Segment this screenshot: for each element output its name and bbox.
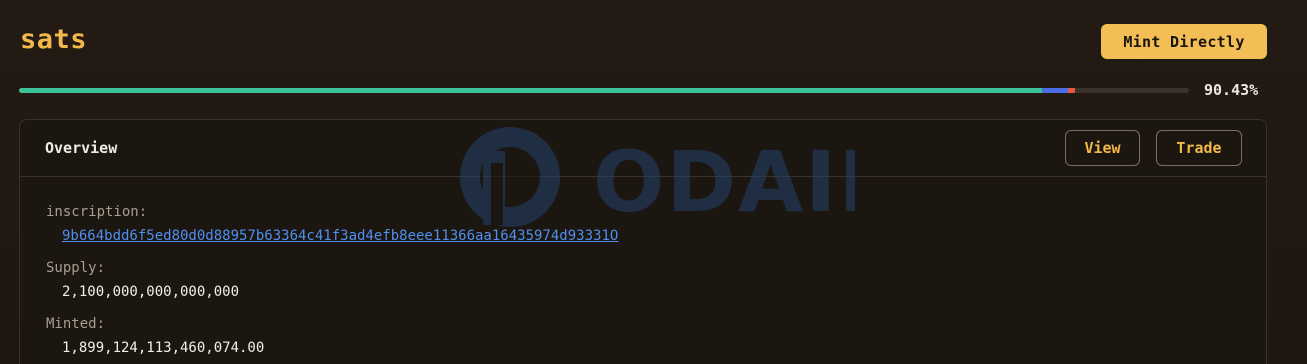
overview-card: Overview View Trade inscription: 9b664bd… xyxy=(19,119,1267,364)
trade-button[interactable]: Trade xyxy=(1156,130,1242,166)
minted-value: 1,899,124,113,460,074.00 xyxy=(62,340,265,356)
progress-segment-pending xyxy=(1041,88,1068,93)
supply-label: Supply: xyxy=(46,260,106,276)
progress-percent: 90.43% xyxy=(1204,81,1259,99)
overview-card-header: Overview View Trade xyxy=(20,120,1266,177)
token-name-heading: sats xyxy=(20,24,88,55)
progress-segment-other xyxy=(1067,88,1076,93)
view-button[interactable]: View xyxy=(1065,130,1140,166)
token-detail-page: sats Mint Directly 90.43% Overview View … xyxy=(0,0,1307,364)
mint-directly-button[interactable]: Mint Directly xyxy=(1101,24,1267,59)
overview-title: Overview xyxy=(45,139,118,157)
progress-segment-minted xyxy=(19,88,1042,93)
supply-value: 2,100,000,000,000,000 xyxy=(62,284,240,300)
minted-label: Minted: xyxy=(46,316,106,332)
mint-progress-bar xyxy=(19,88,1189,93)
inscription-label: inscription: xyxy=(46,204,148,220)
inscription-link[interactable]: 9b664bdd6f5ed80d0d88957b63364c41f3ad4efb… xyxy=(62,228,618,244)
